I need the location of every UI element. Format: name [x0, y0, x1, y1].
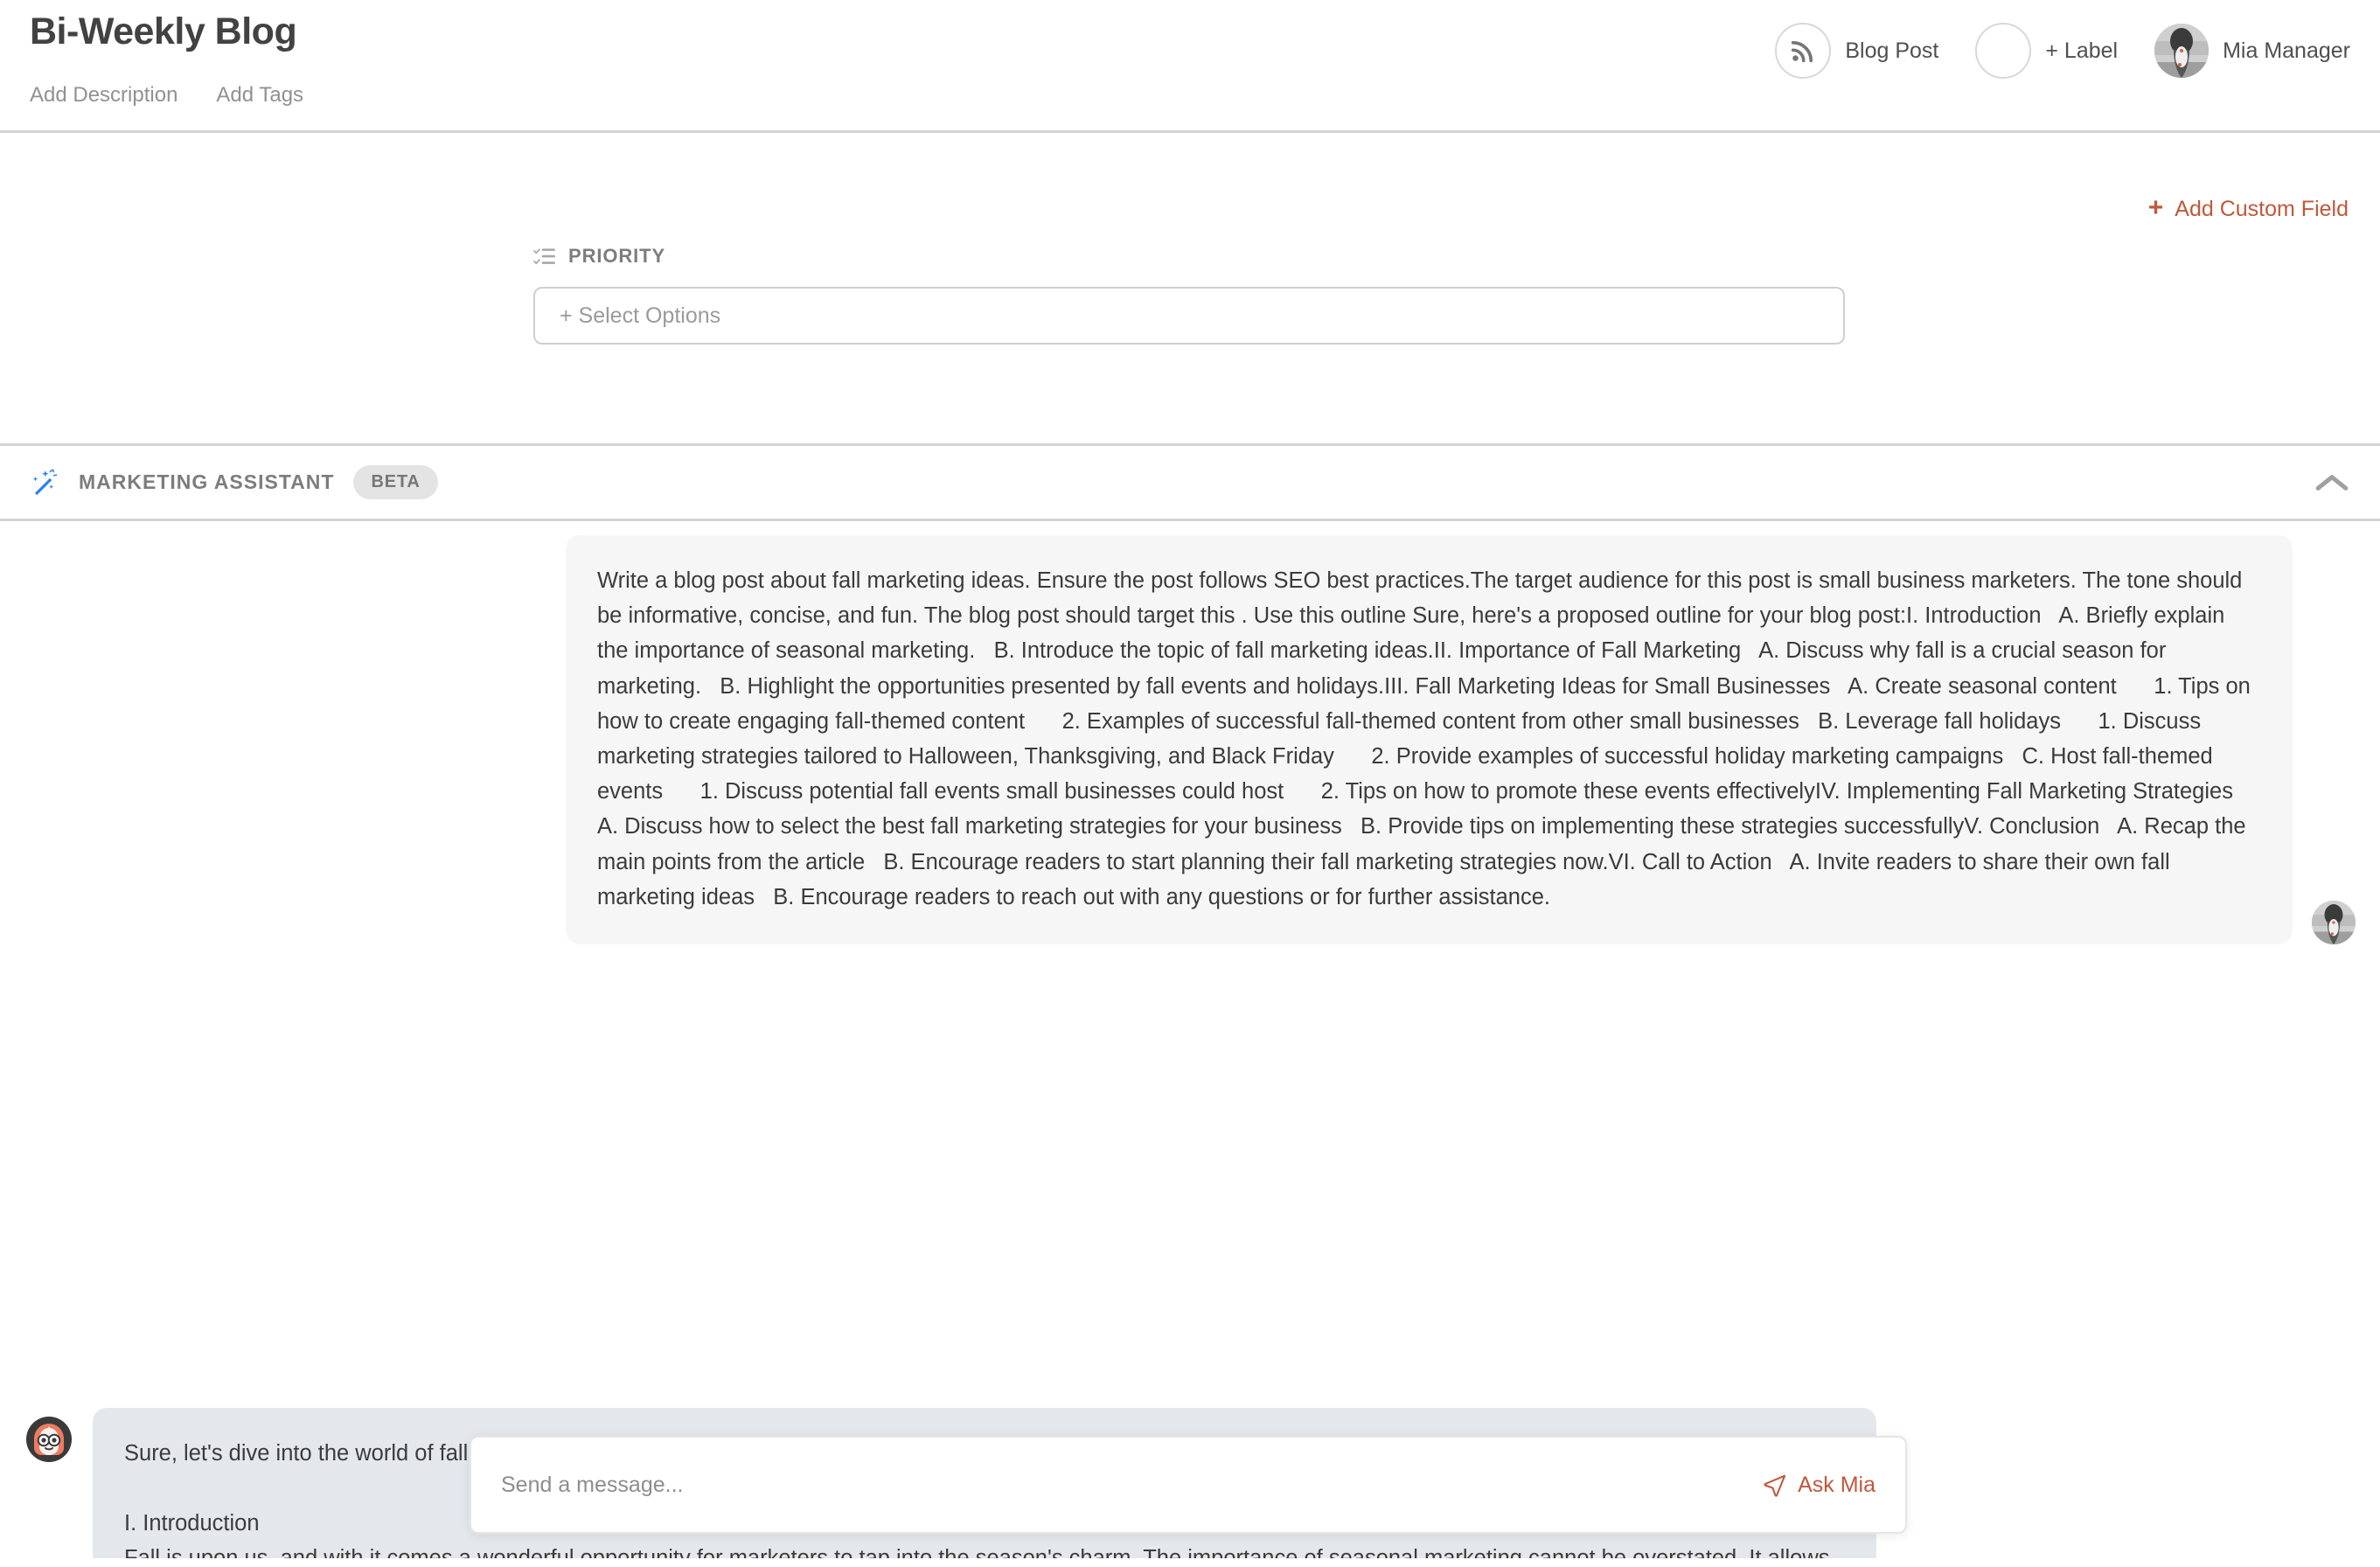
add-custom-field-label: Add Custom Field: [2175, 196, 2349, 221]
rss-icon-circle: [1775, 23, 1832, 79]
add-label-button[interactable]: + Label: [1975, 23, 2118, 79]
add-label-text: + Label: [2045, 38, 2119, 63]
message-input[interactable]: [501, 1472, 1764, 1498]
avatar-photo-icon: [2154, 24, 2210, 78]
blog-post-label: Blog Post: [1845, 38, 1939, 63]
assistant-avatar: [24, 1415, 73, 1464]
checklist-icon: [533, 248, 555, 264]
avatar-photo-icon: [2312, 901, 2356, 945]
header-right-controls: Blog Post + Label Mia Manager: [1738, 23, 2350, 79]
blog-post-status-button[interactable]: Blog Post: [1775, 23, 1938, 79]
send-icon: [1764, 1474, 1786, 1497]
add-custom-field-button[interactable]: + Add Custom Field: [2147, 193, 2349, 222]
marketing-assistant-header: MARKETING ASSISTANT BETA: [0, 446, 2380, 521]
user-message-avatar: [2312, 901, 2356, 945]
assignee-name: Mia Manager: [2223, 38, 2350, 63]
avatar: [2154, 24, 2210, 78]
marketing-assistant-title: MARKETING ASSISTANT: [79, 470, 335, 493]
collapse-section-button[interactable]: [2315, 472, 2349, 493]
page-title: Bi-Weekly Blog: [30, 10, 297, 52]
ask-mia-label: Ask Mia: [1798, 1472, 1875, 1497]
page-header: Bi-Weekly Blog Add Description Add Tags …: [0, 0, 2380, 133]
custom-fields-section: + Add Custom Field PRIORITY + Select Opt…: [0, 133, 2380, 446]
ask-mia-button[interactable]: Ask Mia: [1763, 1473, 1875, 1498]
beta-badge: BETA: [353, 465, 438, 499]
priority-field: PRIORITY + Select Options: [533, 245, 1845, 345]
priority-select[interactable]: + Select Options: [533, 287, 1845, 345]
message-composer: Ask Mia: [470, 1436, 1907, 1534]
empty-label-circle: [1975, 23, 2032, 79]
user-message-text: Write a blog post about fall marketing i…: [597, 568, 2257, 909]
priority-label-row: PRIORITY: [533, 245, 1845, 268]
marketing-assistant-title-wrap: MARKETING ASSISTANT BETA: [30, 465, 438, 499]
chat-message-user: Write a blog post about fall marketing i…: [0, 535, 2380, 945]
assignee-button[interactable]: Mia Manager: [2154, 24, 2350, 78]
assistant-section1-body: Fall is upon us, and with it comes a won…: [124, 1541, 1845, 1558]
priority-label: PRIORITY: [568, 245, 666, 267]
header-subactions: Add Description Add Tags: [30, 83, 303, 108]
user-message-bubble: Write a blog post about fall marketing i…: [566, 535, 2293, 945]
plus-icon: +: [2147, 193, 2164, 222]
chevron-up-icon: [2315, 474, 2349, 491]
add-description-button[interactable]: Add Description: [30, 83, 177, 108]
robot-avatar-icon: [26, 1417, 72, 1462]
magic-wand-icon: [32, 468, 58, 495]
priority-placeholder: + Select Options: [560, 303, 721, 328]
chat-transcript: Write a blog post about fall marketing i…: [0, 521, 2380, 1558]
rss-icon: [1792, 40, 1813, 63]
add-tags-button[interactable]: Add Tags: [216, 83, 303, 108]
task-detail-page: Bi-Weekly Blog Add Description Add Tags …: [0, 0, 2380, 1567]
